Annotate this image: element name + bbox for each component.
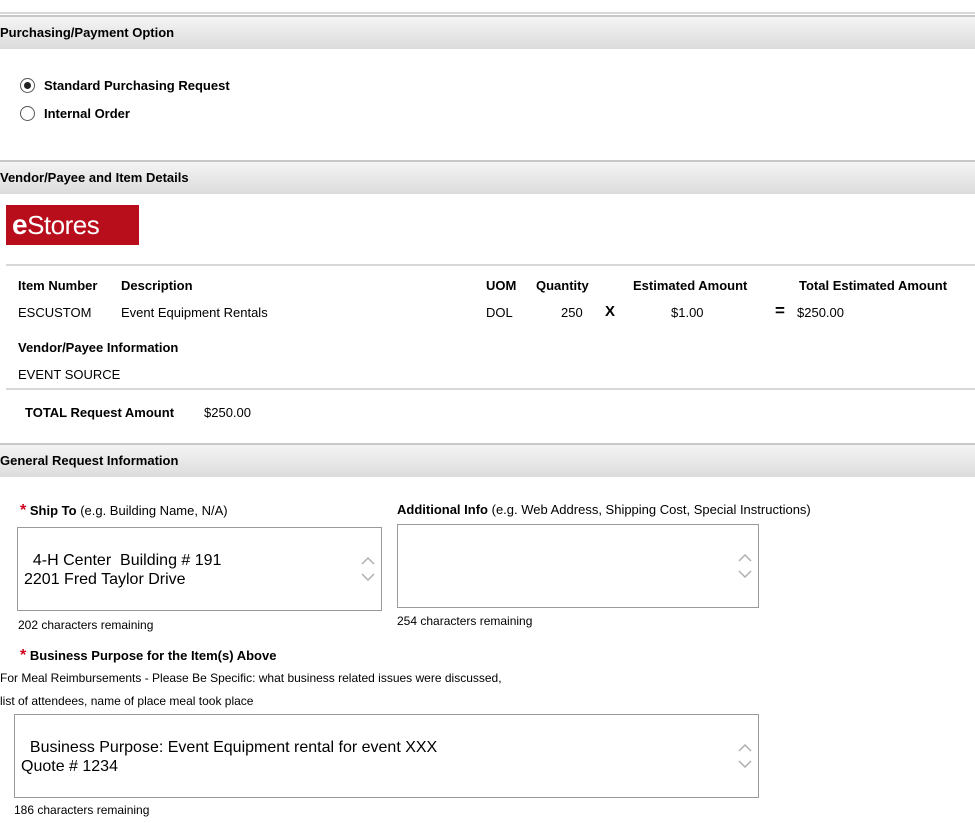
ship-to-label-row: * Ship To (e.g. Building Name, N/A) — [20, 502, 228, 520]
estores-logo: eStores — [6, 205, 139, 245]
cell-estimated-amount: $1.00 — [671, 305, 704, 320]
top-divider — [0, 12, 975, 14]
section-header-vendor: Vendor/Payee and Item Details — [0, 160, 975, 194]
cell-total: $250.00 — [797, 305, 844, 320]
logo-text: Stores — [27, 210, 100, 240]
business-purpose-label: Business Purpose for the Item(s) Above — [29, 648, 277, 663]
ship-to-remaining: 202 characters remaining — [18, 618, 154, 632]
business-purpose-note-2: list of attendees, name of place meal to… — [0, 694, 254, 708]
additional-info-remaining: 254 characters remaining — [397, 614, 533, 628]
business-purpose-note-1: For Meal Reimbursements - Please Be Spec… — [0, 671, 502, 685]
col-header-item-number: Item Number — [18, 278, 98, 293]
col-header-estimated-amount: Estimated Amount — [633, 278, 748, 293]
col-header-quantity: Quantity — [536, 278, 589, 293]
vendor-name: EVENT SOURCE — [18, 367, 121, 382]
scroll-down-icon[interactable] — [738, 570, 752, 578]
additional-info-label: Additional Info — [397, 502, 488, 517]
cell-description: Event Equipment Rentals — [121, 305, 268, 320]
col-header-uom: UOM — [486, 278, 517, 293]
cell-item-number: ESCUSTOM — [18, 305, 92, 320]
cell-quantity: 250 — [561, 305, 583, 320]
radio-unchecked-icon[interactable] — [20, 106, 35, 121]
radio-internal-label: Internal Order — [44, 106, 130, 121]
ship-to-hint: (e.g. Building Name, N/A) — [80, 503, 228, 518]
col-header-description: Description — [121, 278, 193, 293]
business-purpose-textarea[interactable]: Business Purpose: Event Equipment rental… — [14, 714, 759, 798]
table-top-divider — [6, 264, 975, 266]
times-sign: X — [605, 303, 616, 320]
logo-mark: e — [12, 209, 28, 240]
radio-internal-order[interactable]: Internal Order — [20, 106, 130, 121]
ship-to-label: Ship To — [29, 503, 77, 518]
additional-info-label-row: Additional Info (e.g. Web Address, Shipp… — [397, 502, 811, 517]
equals-sign: = — [775, 301, 785, 320]
required-star-icon: * — [20, 502, 27, 519]
business-purpose-label-row: * Business Purpose for the Item(s) Above — [20, 647, 276, 665]
scroll-up-icon[interactable] — [738, 554, 752, 562]
additional-info-scroll-arrows[interactable] — [738, 554, 752, 578]
section-header-purchasing: Purchasing/Payment Option — [0, 15, 975, 49]
ship-to-textarea[interactable]: 4-H Center Building # 191 2201 Fred Tayl… — [17, 527, 382, 611]
scroll-up-icon[interactable] — [361, 557, 375, 565]
business-purpose-remaining: 186 characters remaining — [14, 803, 150, 817]
additional-info-textarea[interactable] — [397, 524, 759, 608]
scroll-down-icon[interactable] — [738, 760, 752, 768]
ship-to-value: 4-H Center Building # 191 2201 Fred Tayl… — [24, 552, 222, 588]
scroll-down-icon[interactable] — [361, 573, 375, 581]
cell-uom: DOL — [486, 305, 513, 320]
scroll-up-icon[interactable] — [738, 744, 752, 752]
additional-info-hint: (e.g. Web Address, Shipping Cost, Specia… — [491, 502, 811, 517]
radio-standard-purchasing[interactable]: Standard Purchasing Request — [20, 78, 230, 93]
business-purpose-scroll-arrows[interactable] — [738, 744, 752, 768]
col-header-total-estimated: Total Estimated Amount — [799, 278, 948, 293]
ship-to-scroll-arrows[interactable] — [361, 557, 375, 581]
vendor-info-label: Vendor/Payee Information — [18, 340, 179, 355]
section-header-general: General Request Information — [0, 443, 975, 477]
radio-checked-icon[interactable] — [20, 78, 35, 93]
total-value: $250.00 — [204, 405, 251, 420]
required-star-icon: * — [20, 647, 27, 664]
business-purpose-value: Business Purpose: Event Equipment rental… — [21, 739, 438, 775]
radio-standard-label: Standard Purchasing Request — [44, 78, 230, 93]
total-label: TOTAL Request Amount — [25, 405, 175, 420]
total-divider — [6, 388, 975, 390]
